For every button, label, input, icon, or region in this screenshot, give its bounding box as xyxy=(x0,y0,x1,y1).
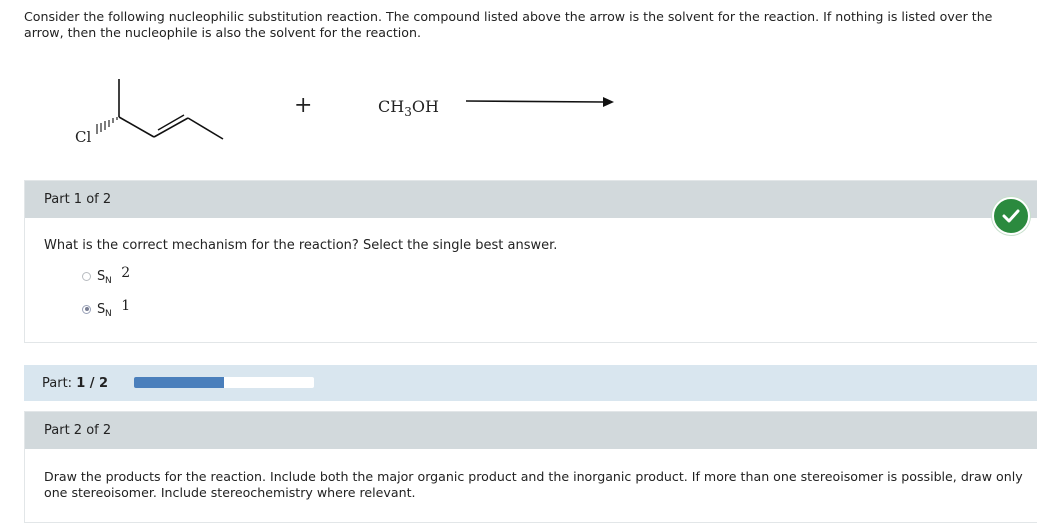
part2-card: Part 2 of 2 Draw the products for the re… xyxy=(24,411,1037,523)
reaction-arrow-shaft xyxy=(465,100,605,103)
choice-sn2[interactable]: SN2 xyxy=(82,265,131,286)
chain-bond-2 xyxy=(187,117,224,140)
instructions-text: Consider the following nucleophilic subs… xyxy=(24,9,993,40)
hashed-wedge xyxy=(96,117,118,134)
reactant-structure xyxy=(96,79,614,140)
part1-header: Part 1 of 2 xyxy=(25,181,1037,218)
radio-sn2[interactable] xyxy=(82,271,91,281)
reagent-prefix: CH xyxy=(378,97,405,116)
part1-question: What is the correct mechanism for the re… xyxy=(44,238,558,253)
progress-value: 1 / 2 xyxy=(76,375,109,391)
progress-track xyxy=(134,377,314,388)
choice-sn1[interactable]: SN1 xyxy=(82,298,131,319)
part2-description: Draw the products for the reaction. Incl… xyxy=(44,469,1023,500)
choice-sn2-label: SN2 xyxy=(97,265,131,286)
reagent-suffix: OH xyxy=(411,97,439,116)
chain-bond-1 xyxy=(118,116,155,138)
progress-label: Part: 1 / 2 xyxy=(42,375,109,391)
progress-fill xyxy=(134,377,224,388)
reagent-subscript: 3 xyxy=(404,105,412,119)
choice-sn1-label: SN1 xyxy=(97,298,131,319)
plus-sign: + xyxy=(294,93,313,118)
double-bond-main xyxy=(153,117,189,138)
chlorine-label: Cl xyxy=(75,128,92,146)
reaction-arrow-head xyxy=(603,97,614,107)
reaction-scheme: Cl + CH3OH xyxy=(0,60,1037,170)
progress-section: Part: 1 / 2 xyxy=(24,365,1037,401)
radio-sn1[interactable] xyxy=(82,304,91,314)
part2-header: Part 2 of 2 xyxy=(25,412,1037,449)
correct-check-icon xyxy=(992,197,1030,235)
reagent-formula: CH3OH xyxy=(378,97,439,119)
part1-card: Part 1 of 2 What is the correct mechanis… xyxy=(24,180,1037,343)
